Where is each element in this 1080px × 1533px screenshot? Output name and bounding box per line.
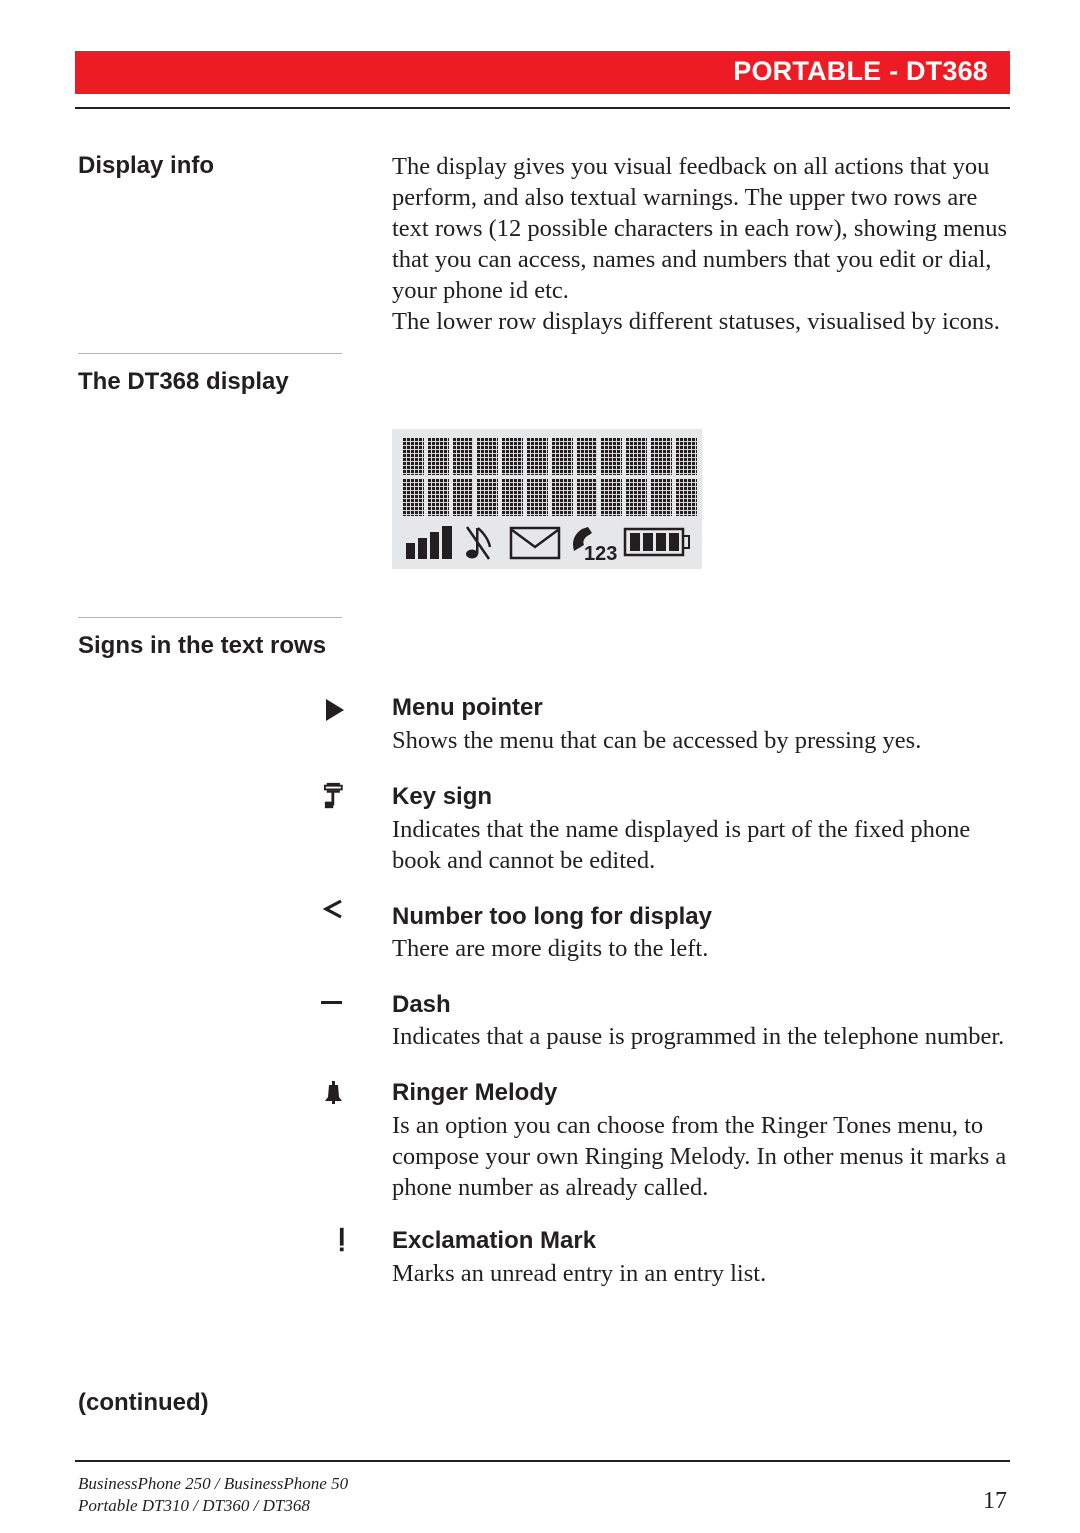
sign-title: Number too long for display: [392, 903, 713, 930]
signal-strength-icon: [406, 526, 452, 559]
section-divider: [78, 353, 342, 354]
lcd-char-cell: [502, 438, 523, 475]
sign-description: There are more digits to the left.: [392, 935, 709, 962]
menu-pointer-icon: [326, 699, 344, 721]
lcd-char-cell: [427, 479, 449, 516]
lcd-text-row-1: [403, 438, 697, 475]
lcd-char-cell: [626, 479, 647, 516]
lcd-char-cell: [452, 438, 474, 475]
missed-call-label: 123: [584, 543, 617, 561]
battery-full-icon: [623, 527, 690, 557]
lcd-char-cell: [403, 479, 424, 516]
sign-title: Key sign: [392, 783, 493, 810]
sign-title: Ringer Melody: [392, 1079, 558, 1106]
sign-title: Menu pointer: [392, 694, 543, 721]
sign-description: Indicates that a pause is programmed in …: [392, 1023, 1005, 1050]
lcd-char-cell: [526, 479, 548, 516]
lcd-char-cell: [675, 438, 697, 475]
silent-note-icon: [465, 526, 492, 560]
sign-description: Shows the menu that can be accessed by p…: [392, 727, 922, 754]
message-envelope-icon: [509, 526, 561, 560]
footer-model-line: Portable DT310 / DT360 / DT368: [78, 1496, 310, 1515]
display-info-paragraph: The display gives you visual feedback on…: [392, 153, 1008, 304]
lcd-text-row-2: [403, 479, 697, 516]
page-number: 17: [983, 1488, 1007, 1514]
lcd-char-cell: [502, 479, 523, 516]
lcd-char-cell: [650, 438, 672, 475]
lcd-char-cell: [675, 479, 697, 516]
lcd-status-row: 123: [406, 526, 690, 561]
lcd-char-cell: [477, 438, 499, 475]
bell-icon: [325, 1081, 342, 1104]
lcd-display-illustration: 123: [392, 429, 702, 569]
lcd-char-cell: [427, 438, 449, 475]
dt368-display-heading: The DT368 display: [78, 368, 289, 395]
lcd-char-cell: [601, 438, 623, 475]
lcd-char-cell: [551, 479, 573, 516]
display-info-paragraph: The lower row displays different statuse…: [392, 308, 1000, 335]
display-info-body: The display gives you visual feedback on…: [392, 151, 1012, 337]
sign-description: Is an option you can choose from the Rin…: [392, 1112, 1007, 1201]
lcd-char-cell: [452, 479, 474, 516]
lcd-char-cell: [576, 479, 598, 516]
header-bar: PORTABLE - DT368: [75, 51, 1010, 94]
lcd-char-cell: [650, 479, 672, 516]
lcd-char-cell: [576, 438, 598, 475]
sign-title: Dash: [392, 991, 451, 1018]
sign-description: Marks an unread entry in an entry list.: [392, 1260, 767, 1287]
missed-call-123-icon: 123: [573, 527, 617, 561]
display-info-heading: Display info: [78, 152, 215, 179]
section-divider: [78, 617, 342, 618]
lcd-char-cell: [601, 479, 623, 516]
sign-description: Indicates that the name displayed is par…: [392, 816, 971, 874]
key-sign-icon: [323, 782, 343, 809]
sign-title: Exclamation Mark: [392, 1227, 597, 1254]
lcd-char-cell: [526, 438, 548, 475]
lcd-char-cell: [477, 479, 499, 516]
footer-divider: [75, 1460, 1010, 1462]
lcd-char-cell: [626, 438, 647, 475]
lcd-char-cell: [403, 438, 424, 475]
signs-heading: Signs in the text rows: [78, 632, 327, 659]
header-divider: [75, 107, 1010, 109]
dash-icon: [321, 1001, 342, 1004]
page-title: PORTABLE - DT368: [733, 56, 988, 86]
lcd-char-cell: [551, 438, 573, 475]
exclamation-icon: [339, 1227, 344, 1252]
footer-product-line: BusinessPhone 250 / BusinessPhone 50: [78, 1474, 349, 1493]
continued-label: (continued): [78, 1389, 209, 1416]
less-than-icon: [322, 899, 342, 919]
